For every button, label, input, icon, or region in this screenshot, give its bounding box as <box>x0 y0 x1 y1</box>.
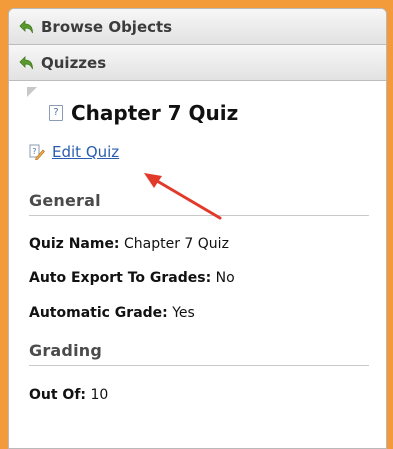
out-of-value: 10 <box>90 387 109 403</box>
out-of-label: Out Of: <box>29 387 87 403</box>
auto-export-label: Auto Export To Grades: <box>29 270 212 286</box>
edit-quiz-row: ? Edit Quiz <box>29 143 386 161</box>
grading-section-heading: Grading <box>29 341 369 366</box>
edit-quiz-link[interactable]: Edit Quiz <box>52 143 119 161</box>
nav-quizzes[interactable]: Quizzes <box>9 45 386 81</box>
out-of-field: Out Of: 10 <box>29 387 386 403</box>
edit-pencil-icon: ? <box>29 144 45 160</box>
svg-text:?: ? <box>32 147 36 156</box>
quiz-name-label: Quiz Name: <box>29 236 120 252</box>
automatic-grade-value: Yes <box>172 305 195 321</box>
quiz-name-value: Chapter 7 Quiz <box>124 236 229 252</box>
auto-export-field: Auto Export To Grades: No <box>29 270 386 286</box>
page-title: Chapter 7 Quiz <box>71 101 239 125</box>
back-arrow-icon <box>19 19 33 33</box>
annotation-arrow-icon <box>144 173 222 220</box>
auto-export-value: No <box>215 270 235 286</box>
automatic-grade-label: Automatic Grade: <box>29 305 168 321</box>
quiz-details: ? Chapter 7 Quiz ? Edit Quiz General Qui… <box>9 81 386 403</box>
panel: Browse Objects Quizzes ? Chapter 7 Quiz … <box>8 8 387 449</box>
title-row: ? Chapter 7 Quiz <box>29 81 386 127</box>
quiz-document-icon: ? <box>49 105 63 121</box>
nav-quizzes-label: Quizzes <box>41 53 107 72</box>
back-arrow-icon <box>19 55 33 69</box>
nav-browse-objects[interactable]: Browse Objects <box>9 9 386 45</box>
automatic-grade-field: Automatic Grade: Yes <box>29 305 386 321</box>
quiz-name-field: Quiz Name: Chapter 7 Quiz <box>29 236 386 252</box>
corner-marker <box>27 87 37 97</box>
nav-browse-objects-label: Browse Objects <box>41 17 173 36</box>
